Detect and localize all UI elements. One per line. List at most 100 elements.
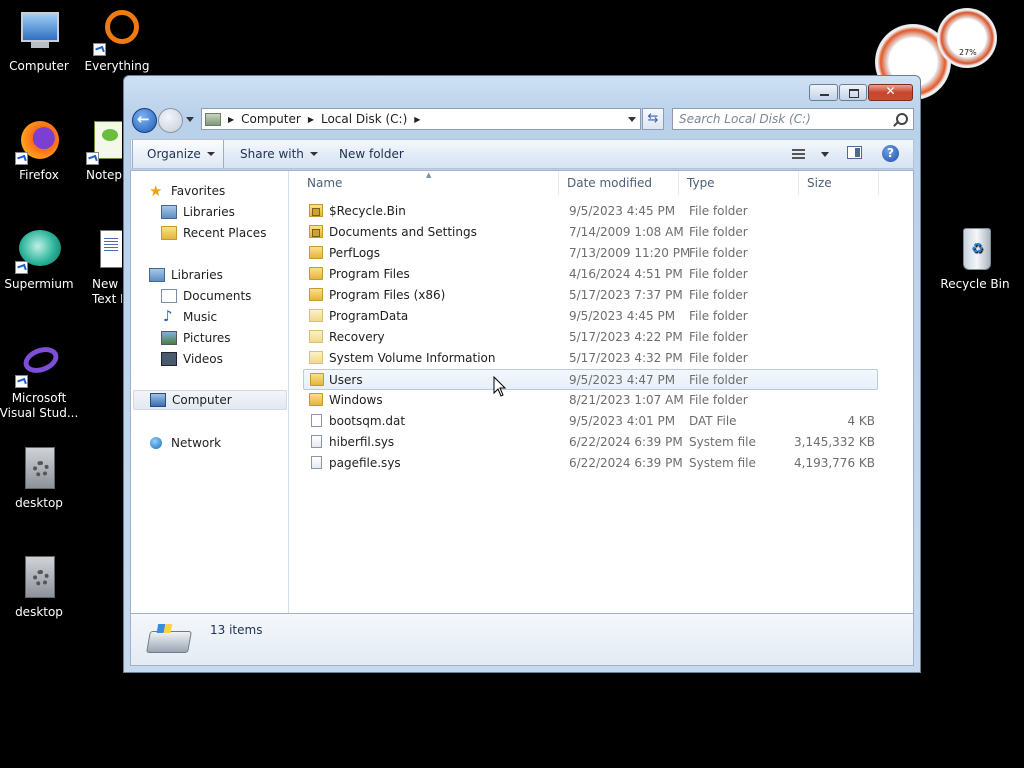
desktop-icon-supermium[interactable]: Supermium [0, 226, 79, 292]
file-row[interactable]: Program Files 4/16/2024 4:51 PM File fol… [303, 264, 878, 285]
chevron-down-icon [309, 152, 318, 156]
share-with-button[interactable]: Share with [240, 140, 318, 168]
libraries-icon [161, 205, 177, 219]
maximize-button[interactable] [839, 84, 867, 101]
file-row[interactable]: hiberfil.sys 6/22/2024 6:39 PM System fi… [303, 432, 878, 453]
file-name: Recovery [329, 330, 385, 344]
desktop-icon-computer[interactable]: Computer [0, 8, 79, 74]
file-row[interactable]: pagefile.sys 6/22/2024 6:39 PM System fi… [303, 453, 878, 474]
search-input[interactable] [679, 110, 889, 128]
nav-music[interactable]: Music [161, 306, 217, 327]
file-name: Documents and Settings [329, 225, 477, 239]
file-row[interactable]: $Recycle.Bin 9/5/2023 4:45 PM File folde… [303, 201, 878, 222]
desktop-icon-label: Microsoft Visual Stud... [0, 391, 79, 420]
desktop-icon-recycle-bin[interactable]: ♻ Recycle Bin [935, 226, 1015, 292]
organize-button[interactable]: Organize [132, 140, 224, 168]
preview-pane-icon[interactable] [847, 146, 862, 159]
desktop-icon-firefox[interactable]: Firefox [0, 117, 79, 183]
search-box[interactable] [672, 108, 914, 130]
breadcrumb-chevron-icon[interactable]: ▶ [228, 115, 234, 124]
file-name: $Recycle.Bin [329, 204, 406, 218]
desktop-icon-label: desktop [15, 605, 63, 619]
file-row[interactable]: ProgramData 9/5/2023 4:45 PM File folder [303, 306, 878, 327]
file-row[interactable]: PerfLogs 7/13/2009 11:20 PM File folder [303, 243, 878, 264]
column-size[interactable]: Size [799, 171, 879, 195]
desktop-icon-notepad[interactable]: Notepa [72, 117, 122, 183]
address-bar[interactable]: ▶ Computer ▶ Local Disk (C:) ▶ [201, 108, 641, 130]
address-history-dropdown[interactable] [628, 117, 636, 122]
file-date: 5/17/2023 4:32 PM [569, 351, 683, 365]
forward-button[interactable] [158, 108, 183, 133]
desktop-icon-desktop-2[interactable]: desktop [0, 554, 79, 620]
new-folder-label: New folder [339, 147, 404, 161]
nav-videos[interactable]: Videos [161, 349, 223, 369]
minimize-button[interactable] [809, 84, 838, 101]
close-button[interactable]: ✕ [868, 84, 913, 101]
navigation-bar: ▶ Computer ▶ Local Disk (C:) ▶ ⇆ [130, 107, 914, 135]
nav-libraries[interactable]: Libraries [149, 265, 223, 285]
desktop-icon-desktop-1[interactable]: desktop [0, 445, 79, 511]
help-icon[interactable]: ? [882, 145, 899, 162]
file-list: Name ▲ Date modified Type Size $Recycle.… [289, 171, 913, 613]
file-row[interactable]: bootsqm.dat 9/5/2023 4:01 PM DAT File 4 … [303, 411, 878, 432]
recent-pages-dropdown[interactable] [186, 117, 194, 122]
desktop-icon-new-text-document[interactable]: New F Text D [84, 226, 122, 307]
file-size: 4,193,776 KB [794, 456, 875, 470]
file-row[interactable]: Documents and Settings 7/14/2009 1:08 AM… [303, 222, 878, 243]
file-name: ProgramData [329, 309, 409, 323]
settings-file-icon [15, 445, 63, 493]
recent-places-icon [161, 226, 177, 240]
system-file-icon [311, 456, 322, 469]
sort-ascending-icon: ▲ [426, 171, 432, 179]
new-folder-button[interactable]: New folder [339, 140, 404, 168]
file-date: 6/22/2024 6:39 PM [569, 456, 683, 470]
file-name: PerfLogs [329, 246, 381, 260]
shortcut-arrow-icon [15, 261, 28, 274]
videos-icon [161, 352, 177, 366]
firefox-icon [15, 117, 63, 165]
nav-recent-places[interactable]: Recent Places [161, 223, 266, 243]
folder-icon [309, 267, 323, 280]
nav-network[interactable]: Network [149, 433, 221, 453]
explorer-window: ✕ ▶ Computer ▶ Local Disk (C:) ▶ ⇆ Organ… [123, 75, 921, 673]
memory-gauge-icon [937, 8, 997, 68]
file-row[interactable]: Recovery 5/17/2023 4:22 PM File folder [303, 327, 878, 348]
nav-computer[interactable]: Computer [133, 390, 287, 410]
file-row[interactable]: System Volume Information 5/17/2023 4:32… [303, 348, 878, 369]
file-row[interactable]: Program Files (x86) 5/17/2023 7:37 PM Fi… [303, 285, 878, 306]
file-row[interactable]: Windows 8/21/2023 1:07 AM File folder [303, 390, 878, 411]
back-button[interactable] [132, 108, 157, 133]
network-icon [149, 436, 165, 450]
refresh-button[interactable]: ⇆ [642, 108, 664, 130]
file-name: Program Files (x86) [329, 288, 446, 302]
search-icon[interactable] [896, 113, 908, 125]
nav-item-label: Computer [172, 393, 232, 407]
share-with-label: Share with [240, 147, 304, 161]
nav-favorites-libraries[interactable]: Libraries [161, 202, 235, 222]
breadcrumb-chevron-icon[interactable]: ▶ [414, 115, 420, 124]
desktop-icon-visual-studio[interactable]: Microsoft Visual Stud... [0, 340, 79, 421]
file-size: 4 KB [847, 414, 875, 428]
change-view-icon[interactable] [792, 149, 805, 159]
column-type[interactable]: Type [679, 171, 799, 195]
breadcrumb-local-disk[interactable]: Local Disk (C:) [321, 112, 407, 126]
file-name: Program Files [329, 267, 410, 281]
nav-favorites[interactable]: Favorites [149, 181, 225, 201]
shortcut-arrow-icon [86, 152, 99, 165]
computer-icon [15, 8, 63, 56]
file-size: 3,145,332 KB [794, 435, 875, 449]
file-date: 4/16/2024 4:51 PM [569, 267, 683, 281]
desktop-icon-label: Computer [9, 59, 69, 73]
file-row-hovered[interactable]: Users 9/5/2023 4:47 PM File folder [303, 369, 878, 390]
breadcrumb-chevron-icon[interactable]: ▶ [308, 115, 314, 124]
file-date: 9/5/2023 4:47 PM [569, 373, 676, 387]
desktop-icon-everything[interactable]: Everything [77, 8, 157, 74]
shortcut-arrow-icon [15, 152, 28, 165]
cpu-percent-readout: 27% [959, 48, 977, 57]
nav-documents[interactable]: Documents [161, 286, 251, 306]
column-date-modified[interactable]: Date modified [559, 171, 679, 195]
breadcrumb-computer[interactable]: Computer [241, 112, 301, 126]
view-options-dropdown[interactable] [821, 152, 829, 157]
nav-pictures[interactable]: Pictures [161, 328, 231, 348]
file-name: pagefile.sys [329, 456, 401, 470]
